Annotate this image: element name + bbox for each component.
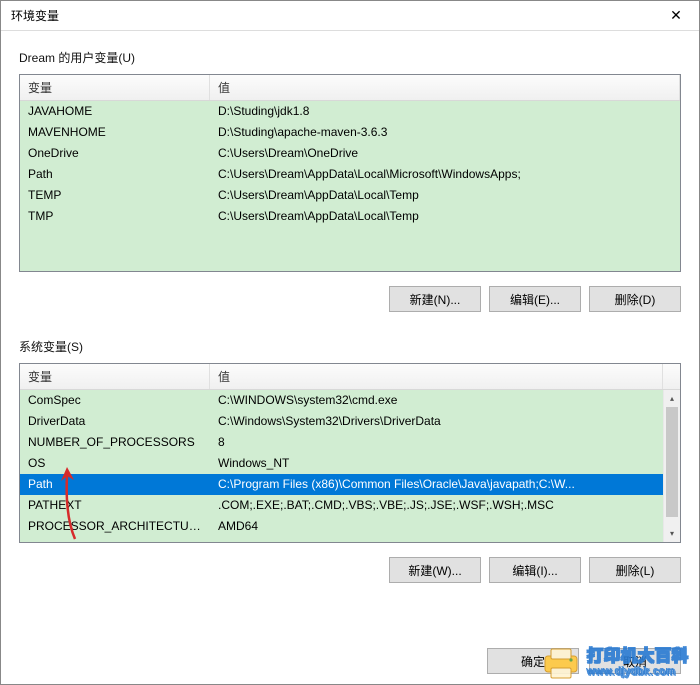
user-vars-label: Dream 的用户变量(U) <box>19 49 681 66</box>
table-row[interactable]: TEMPC:\Users\Dream\AppData\Local\Temp <box>20 185 680 206</box>
user-vars-buttons: 新建(N)... 编辑(E)... 删除(D) <box>19 286 681 312</box>
ok-button[interactable]: 确定 <box>487 648 579 674</box>
table-header: 变量 值 <box>20 364 680 390</box>
scrollbar-track[interactable] <box>664 407 680 525</box>
table-row[interactable]: ComSpecC:\WINDOWS\system32\cmd.exe <box>20 390 663 411</box>
column-header-val[interactable]: 值 <box>210 75 680 100</box>
table-row[interactable]: MAVENHOMED:\Studing\apache-maven-3.6.3 <box>20 122 680 143</box>
table-row[interactable]: NUMBER_OF_PROCESSORS8 <box>20 432 663 453</box>
table-row[interactable]: PROCESSOR_ARCHITECTUREAMD64 <box>20 516 663 537</box>
system-new-button[interactable]: 新建(W)... <box>389 557 481 583</box>
titlebar: 环境变量 ✕ <box>1 1 699 31</box>
user-vars-body: JAVAHOMED:\Studing\jdk1.8 MAVENHOMED:\St… <box>20 101 680 271</box>
close-button[interactable]: ✕ <box>653 1 699 31</box>
table-row[interactable]: PATHEXT.COM;.EXE;.BAT;.CMD;.VBS;.VBE;.JS… <box>20 495 663 516</box>
user-new-button[interactable]: 新建(N)... <box>389 286 481 312</box>
table-header: 变量 值 <box>20 75 680 101</box>
dialog-content: Dream 的用户变量(U) 变量 值 JAVAHOMED:\Studing\j… <box>1 31 699 603</box>
table-row[interactable]: PROCESSOR_IDENTIFIER <box>20 537 663 542</box>
table-row[interactable]: OSWindows_NT <box>20 453 663 474</box>
column-header-var[interactable]: 变量 <box>20 364 210 389</box>
scrollbar-thumb[interactable] <box>666 407 678 517</box>
system-delete-button[interactable]: 删除(L) <box>589 557 681 583</box>
scrollbar[interactable]: ▴ ▾ <box>663 390 680 542</box>
user-vars-table[interactable]: 变量 值 JAVAHOMED:\Studing\jdk1.8 MAVENHOME… <box>19 74 681 272</box>
close-icon: ✕ <box>670 7 682 24</box>
scroll-down-icon[interactable]: ▾ <box>664 525 680 542</box>
dialog-buttons: 确定 取消 <box>487 648 681 674</box>
table-row-selected[interactable]: PathC:\Program Files (x86)\Common Files\… <box>20 474 663 495</box>
column-header-var[interactable]: 变量 <box>20 75 210 100</box>
window-title: 环境变量 <box>11 7 59 24</box>
table-row[interactable]: OneDriveC:\Users\Dream\OneDrive <box>20 143 680 164</box>
table-empty-area <box>20 227 680 271</box>
table-row[interactable]: TMPC:\Users\Dream\AppData\Local\Temp <box>20 206 680 227</box>
system-edit-button[interactable]: 编辑(I)... <box>489 557 581 583</box>
table-row[interactable]: JAVAHOMED:\Studing\jdk1.8 <box>20 101 680 122</box>
column-header-val[interactable]: 值 <box>210 364 663 389</box>
system-vars-buttons: 新建(W)... 编辑(I)... 删除(L) <box>19 557 681 583</box>
user-edit-button[interactable]: 编辑(E)... <box>489 286 581 312</box>
column-header-scroll <box>663 373 680 381</box>
cancel-button[interactable]: 取消 <box>589 648 681 674</box>
scroll-up-icon[interactable]: ▴ <box>664 390 680 407</box>
table-row[interactable]: PathC:\Users\Dream\AppData\Local\Microso… <box>20 164 680 185</box>
user-delete-button[interactable]: 删除(D) <box>589 286 681 312</box>
table-row[interactable]: DriverDataC:\Windows\System32\Drivers\Dr… <box>20 411 663 432</box>
system-vars-body: ComSpecC:\WINDOWS\system32\cmd.exe Drive… <box>20 390 680 542</box>
system-vars-label: 系统变量(S) <box>19 338 681 355</box>
system-vars-table[interactable]: 变量 值 ComSpecC:\WINDOWS\system32\cmd.exe … <box>19 363 681 543</box>
